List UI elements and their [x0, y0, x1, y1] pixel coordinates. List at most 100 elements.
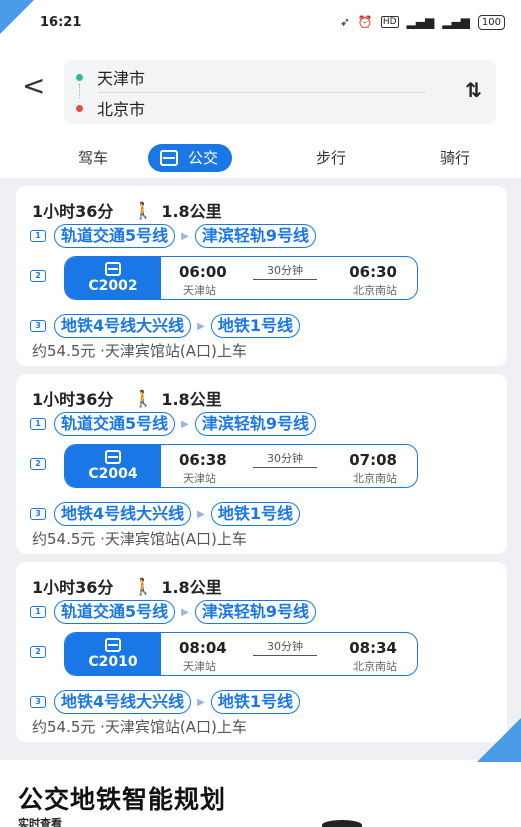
- bus-icon: [160, 150, 178, 166]
- walking-person-icon: 🚶: [133, 200, 154, 220]
- plan-duration: 1小时36分: [32, 578, 114, 597]
- route-box: 天津市 北京市 ⇅: [64, 60, 496, 124]
- train-tag: C2002: [65, 257, 161, 299]
- line-pill: 地铁1号线: [210, 690, 300, 714]
- line-pill: 地铁4号线大兴线: [54, 502, 192, 526]
- plan-card[interactable]: 1小时36分 🚶 1.8公里 1 轨道交通5号线 ▶ 津滨轻轨9号线 2 C20…: [16, 186, 507, 366]
- alarm-icon: ⏰: [357, 15, 373, 29]
- origin-dot-icon: [76, 73, 83, 81]
- arrival-time: 06:30: [349, 263, 397, 281]
- tab-ride[interactable]: 骑行: [440, 144, 470, 172]
- arrival-time: 08:34: [349, 639, 397, 657]
- battery-icon: 100: [477, 14, 505, 30]
- line-pill: 地铁1号线: [210, 502, 300, 526]
- departure-time: 06:00: [179, 263, 227, 281]
- status-bar: 16:21 ➶ ⏰ HD ▂▄▆ ▂▄▆ 100: [0, 0, 521, 44]
- plan-walk-distance: 1.8公里: [161, 202, 222, 221]
- train-duration: 30分钟: [253, 638, 317, 656]
- location-arrow-icon: ➶: [339, 15, 350, 29]
- train-segment: C2004 06:38 天津站 30分钟 07:08 北京南站: [64, 444, 418, 488]
- plan-card[interactable]: 1小时36分 🚶 1.8公里 1 轨道交通5号线 ▶ 津滨轻轨9号线 2 C20…: [16, 374, 507, 554]
- step-number: 1: [30, 606, 46, 618]
- plan-step: 2: [30, 646, 54, 658]
- plan-fare: 约54.5元 ·天津宾馆站(A口)上车: [32, 718, 247, 736]
- origin-field[interactable]: 天津市: [76, 63, 145, 91]
- line-pill: 轨道交通5号线: [54, 600, 176, 624]
- plan-fare: 约54.5元 ·天津宾馆站(A口)上车: [32, 342, 247, 360]
- status-icons: ➶ ⏰ HD ▂▄▆ ▂▄▆ 100: [339, 14, 505, 30]
- train-code: C2010: [88, 654, 138, 670]
- plan-card[interactable]: 1小时36分 🚶 1.8公里 1 轨道交通5号线 ▶ 津滨轻轨9号线 2 C20…: [16, 562, 507, 742]
- train-icon: [105, 638, 121, 652]
- step-number: 2: [30, 270, 46, 282]
- swap-arrows-icon: ⇅: [465, 78, 482, 102]
- plan-step: 1 轨道交通5号线 ▶ 津滨轻轨9号线: [30, 224, 316, 248]
- plan-walk: 🚶 1.8公里: [133, 198, 221, 222]
- tab-transit-label: 公交: [188, 149, 219, 167]
- tab-walk[interactable]: 步行: [316, 144, 346, 172]
- departure-time: 08:04: [179, 639, 227, 657]
- train-tag: C2004: [65, 445, 161, 487]
- step-number: 2: [30, 646, 46, 658]
- plan-step: 3 地铁4号线大兴线 ▶ 地铁1号线: [30, 502, 300, 526]
- line-pill: 津滨轻轨9号线: [194, 412, 316, 436]
- step-number: 3: [30, 696, 46, 708]
- plan-duration: 1小时36分: [32, 390, 114, 409]
- train-info: 06:38 天津站 30分钟 07:08 北京南站: [161, 445, 417, 487]
- departure-station: 天津站: [183, 284, 216, 297]
- plan-step: 3 地铁4号线大兴线 ▶ 地铁1号线: [30, 314, 300, 338]
- train-segment: C2010 08:04 天津站 30分钟 08:34 北京南站: [64, 632, 418, 676]
- train-segment: C2002 06:00 天津站 30分钟 06:30 北京南站: [64, 256, 418, 300]
- corner-triangle-bottom-right: [477, 718, 521, 762]
- plan-walk-distance: 1.8公里: [161, 390, 222, 409]
- plan-step: 2: [30, 458, 54, 470]
- chevron-left-icon: <: [22, 69, 46, 102]
- plan-step: 1 轨道交通5号线 ▶ 津滨轻轨9号线: [30, 412, 316, 436]
- train-icon: [105, 262, 121, 276]
- line-pill: 地铁1号线: [210, 314, 300, 338]
- line-pill: 地铁4号线大兴线: [54, 690, 192, 714]
- plan-walk-distance: 1.8公里: [161, 578, 222, 597]
- arrival-station: 北京南站: [353, 472, 397, 485]
- plan-walk: 🚶 1.8公里: [133, 574, 221, 598]
- step-number: 3: [30, 320, 46, 332]
- step-number: 2: [30, 458, 46, 470]
- train-duration: 30分钟: [253, 450, 317, 468]
- arrow-right-icon: ▶: [181, 606, 189, 618]
- plan-summary: 1小时36分 🚶 1.8公里: [32, 574, 222, 598]
- plan-step: 3 地铁4号线大兴线 ▶ 地铁1号线: [30, 690, 300, 714]
- train-code: C2004: [88, 466, 138, 482]
- plan-duration: 1小时36分: [32, 202, 114, 221]
- arrow-right-icon: ▶: [181, 418, 189, 430]
- line-pill: 轨道交通5号线: [54, 224, 176, 248]
- back-button[interactable]: <: [22, 68, 46, 104]
- tab-transit[interactable]: 公交: [148, 144, 233, 172]
- walking-person-icon: 🚶: [133, 576, 154, 596]
- mode-tabs: 驾车 公交 步行 骑行: [0, 140, 521, 176]
- arrow-right-icon: ▶: [197, 696, 205, 708]
- origin-label: 天津市: [97, 69, 146, 88]
- swap-button[interactable]: ⇅: [465, 78, 482, 102]
- plan-summary: 1小时36分 🚶 1.8公里: [32, 386, 222, 410]
- arrival-station: 北京南站: [353, 284, 397, 297]
- arrival-station: 北京南站: [353, 660, 397, 673]
- train-icon: [105, 450, 121, 464]
- promo-title: 公交地铁智能规划: [18, 785, 227, 814]
- destination-field[interactable]: 北京市: [76, 94, 145, 122]
- arrow-right-icon: ▶: [197, 320, 205, 332]
- tab-drive[interactable]: 驾车: [78, 144, 108, 172]
- destination-dot-icon: [76, 104, 83, 112]
- signal-icon: ▂▄▆: [442, 15, 470, 29]
- train-info: 06:00 天津站 30分钟 06:30 北京南站: [161, 257, 417, 299]
- train-code: C2002: [88, 278, 138, 294]
- hd-icon: HD: [380, 16, 399, 28]
- plan-walk: 🚶 1.8公里: [133, 386, 221, 410]
- plan-list: 1小时36分 🚶 1.8公里 1 轨道交通5号线 ▶ 津滨轻轨9号线 2 C20…: [0, 178, 521, 760]
- arrow-right-icon: ▶: [181, 230, 189, 242]
- plan-step: 1 轨道交通5号线 ▶ 津滨轻轨9号线: [30, 600, 316, 624]
- promo-graphic: [322, 820, 362, 827]
- departure-station: 天津站: [183, 472, 216, 485]
- walking-person-icon: 🚶: [133, 388, 154, 408]
- step-number: 3: [30, 508, 46, 520]
- promo-subtitle: 实时查看: [18, 817, 62, 827]
